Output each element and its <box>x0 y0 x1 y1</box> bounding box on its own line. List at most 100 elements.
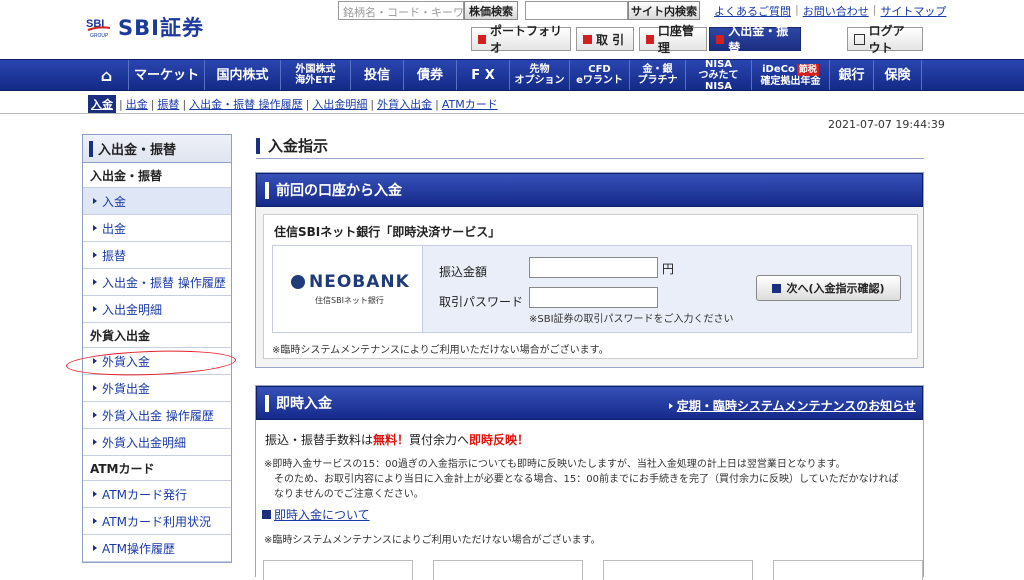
account-button[interactable]: 口座管理 <box>639 24 707 55</box>
tax-badge: 節税 <box>796 63 819 76</box>
arrow-icon <box>93 306 97 312</box>
blue-square-icon <box>772 283 782 293</box>
subnav-history[interactable]: 入出金・振替 操作履歴 <box>189 96 303 112</box>
about-instant-link-row: 即時入金について <box>262 506 370 523</box>
about-instant-deposit-link[interactable]: 即時入金について <box>274 506 370 523</box>
sidebar-item-statement[interactable]: 入出金明細 <box>83 296 231 323</box>
sbi-logo[interactable]: SBI GROUP SBI証券 <box>86 12 204 42</box>
sidebar-title: 入出金・振替 <box>83 135 231 163</box>
arrow-icon <box>93 412 97 418</box>
panel-header: 前回の口座から入金 <box>256 173 923 207</box>
neobank-icon <box>291 275 305 289</box>
nav-nisa[interactable]: NISA つみたてNISA <box>686 59 752 92</box>
arrow-icon <box>93 491 97 497</box>
arrow-icon <box>93 518 97 524</box>
nav-bonds[interactable]: 債券 <box>404 60 457 90</box>
red-square-icon <box>646 34 654 44</box>
nav-bank[interactable]: 銀行 <box>830 60 874 90</box>
subnav-atm[interactable]: ATMカード <box>442 96 498 112</box>
bank-tile[interactable] <box>773 560 923 580</box>
contact-link[interactable]: お問い合わせ <box>803 3 869 19</box>
cutoff-note-3: なりませんのでご注意ください。 <box>274 489 424 500</box>
nav-gold-silver[interactable]: 金・銀 プラチナ <box>630 60 686 90</box>
nav-domestic-stock[interactable]: 国内株式 <box>205 60 281 90</box>
red-square-icon <box>478 34 486 44</box>
next-confirm-button[interactable]: 次へ(入金指示確認) <box>756 275 901 301</box>
portfolio-button[interactable]: ポートフォリオ <box>471 24 571 55</box>
maintenance-note: ※臨時システムメンテナンスによりご利用いただけない場合がございます。 <box>272 345 609 356</box>
brand-search-input[interactable]: 銘柄名・コード・キーワード <box>338 1 464 20</box>
bank-tile[interactable] <box>263 560 413 580</box>
password-label: 取引パスワード <box>439 295 524 309</box>
sidebar-item-deposit[interactable]: 入金 <box>83 188 231 215</box>
faq-link[interactable]: よくあるご質問 <box>714 3 791 19</box>
sidebar-item-foreign-statement[interactable]: 外貨入出金明細 <box>83 429 231 456</box>
sidebar-item-history[interactable]: 入出金・振替 操作履歴 <box>83 269 231 296</box>
subnav-deposit[interactable]: 入金 <box>88 95 116 113</box>
logout-button[interactable]: ログアウト <box>847 24 923 55</box>
sidebar-item-transfer[interactable]: 振替 <box>83 242 231 269</box>
sidebar-item-atm-history[interactable]: ATM操作履歴 <box>83 535 231 562</box>
trade-button[interactable]: 取 引 <box>576 27 634 51</box>
title-divider <box>256 158 924 159</box>
arrow-icon <box>93 545 97 551</box>
nav-foreign-stock[interactable]: 外国株式 海外ETF <box>281 60 351 90</box>
sub-nav: 入金 | 出金 | 振替 | 入出金・振替 操作履歴 | 入出金明細 | 外貨入出金 | A… <box>88 95 498 113</box>
sidebar-item-foreign-history[interactable]: 外貨入出金 操作履歴 <box>83 402 231 429</box>
subnav-divider <box>0 113 1024 114</box>
amount-label: 振込金額 <box>439 265 488 279</box>
red-square-icon <box>716 34 725 44</box>
sidebar-group-head: 入出金・振替 <box>83 163 231 188</box>
amount-input[interactable] <box>529 257 658 278</box>
nav-futures-options[interactable]: 先物 オプション <box>510 60 570 90</box>
bank-tile[interactable] <box>603 560 753 580</box>
bank-box: 住信SBIネット銀行「即時決済サービス」 NEOBANK 住信SBIネット銀行 … <box>263 214 918 359</box>
red-square-icon <box>583 34 592 44</box>
page-title: 入金指示 <box>256 135 328 156</box>
fee-message: 振込・振替手数料は無料！買付余力へ即時反映！ <box>265 433 530 447</box>
sidebar-item-withdraw[interactable]: 出金 <box>83 215 231 242</box>
instant-deposit-panel: 即時入金 定期・臨時システムメンテナンスのお知らせ 振込・振替手数料は無料！買付… <box>255 385 924 577</box>
sidebar-group-head: ATMカード <box>83 456 231 481</box>
nav-funds[interactable]: 投信 <box>351 60 404 90</box>
bank-tile[interactable] <box>433 560 583 580</box>
current-datetime: 2021-07-07 19:44:39 <box>828 118 945 131</box>
sidebar: 入出金・振替 入出金・振替 入金 出金 振替 入出金・振替 操作履歴 入出金明細… <box>82 134 232 563</box>
nav-home-icon[interactable]: ⌂ <box>85 60 129 90</box>
subnav-withdraw[interactable]: 出金 <box>126 96 148 112</box>
nav-insurance[interactable]: 保険 <box>874 60 922 90</box>
nav-fx[interactable]: F X <box>457 60 510 90</box>
brand-search-button[interactable]: 株価検索 <box>464 1 518 20</box>
subnav-foreign[interactable]: 外貨入出金 <box>377 96 432 112</box>
logout-icon <box>854 33 865 45</box>
site-search-input[interactable] <box>525 1 628 20</box>
nav-cfd[interactable]: CFD eワラント <box>570 60 630 90</box>
maintenance-notice-link[interactable]: 定期・臨時システムメンテナンスのお知らせ <box>668 397 916 414</box>
sidebar-item-atm-usage[interactable]: ATMカード利用状況 <box>83 508 231 535</box>
password-input[interactable] <box>529 287 658 308</box>
arrow-icon <box>93 225 97 231</box>
bank-service-title: 住信SBIネット銀行「即時決済サービス」 <box>274 225 501 239</box>
sidebar-item-foreign-withdraw[interactable]: 外貨出金 <box>83 375 231 402</box>
cutoff-note-2: そのため、お取引内容により当日に入金計上が必要となる場合、15：00前までにお手… <box>274 474 899 485</box>
deposit-transfer-button[interactable]: 入出金・振替 <box>709 24 801 55</box>
subnav-statement[interactable]: 入出金明細 <box>312 96 367 112</box>
subnav-transfer[interactable]: 振替 <box>157 96 179 112</box>
nav-market[interactable]: マーケット <box>129 60 205 90</box>
header-links: よくあるご質問 | お問い合わせ | サイトマップ <box>714 3 947 19</box>
sidebar-group-head: 外貨入出金 <box>83 323 231 348</box>
site-search-button[interactable]: サイト内検索 <box>628 1 700 20</box>
previous-account-panel: 前回の口座から入金 住信SBIネット銀行「即時決済サービス」 NEOBANK 住… <box>255 172 924 368</box>
blue-square-icon <box>262 510 271 519</box>
password-note: ※SBI証券の取引パスワードをご入力ください <box>529 314 734 325</box>
yen-unit: 円 <box>662 262 675 276</box>
arrow-icon <box>93 198 97 204</box>
nav-ideco[interactable]: iDeCo 節税 確定拠出年金 <box>752 60 830 90</box>
sitemap-link[interactable]: サイトマップ <box>880 3 946 19</box>
arrow-icon <box>93 385 97 391</box>
cutoff-note-1: ※即時入金サービスの15：00過ぎの入金指示についても即時に反映いたしますが、当… <box>264 459 846 470</box>
maintenance-note-2: ※臨時システムメンテナンスによりご利用いただけない場合がございます。 <box>264 535 601 546</box>
arrow-icon <box>93 279 97 285</box>
logo-text: SBI証券 <box>118 16 204 40</box>
sidebar-item-atm-issue[interactable]: ATMカード発行 <box>83 481 231 508</box>
